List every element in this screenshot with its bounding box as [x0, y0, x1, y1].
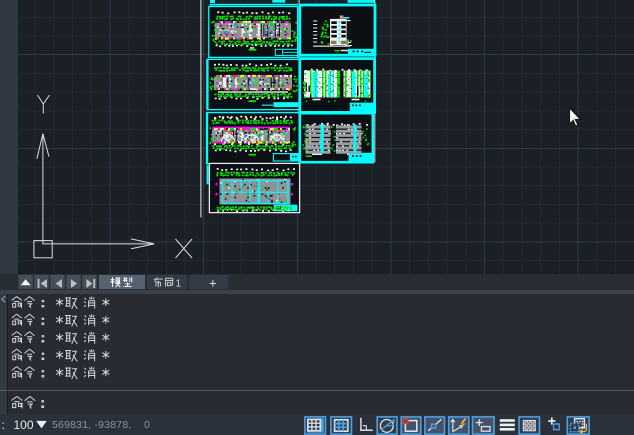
svg-text:1: 1: [175, 278, 181, 290]
svg-text:+: +: [209, 276, 216, 290]
